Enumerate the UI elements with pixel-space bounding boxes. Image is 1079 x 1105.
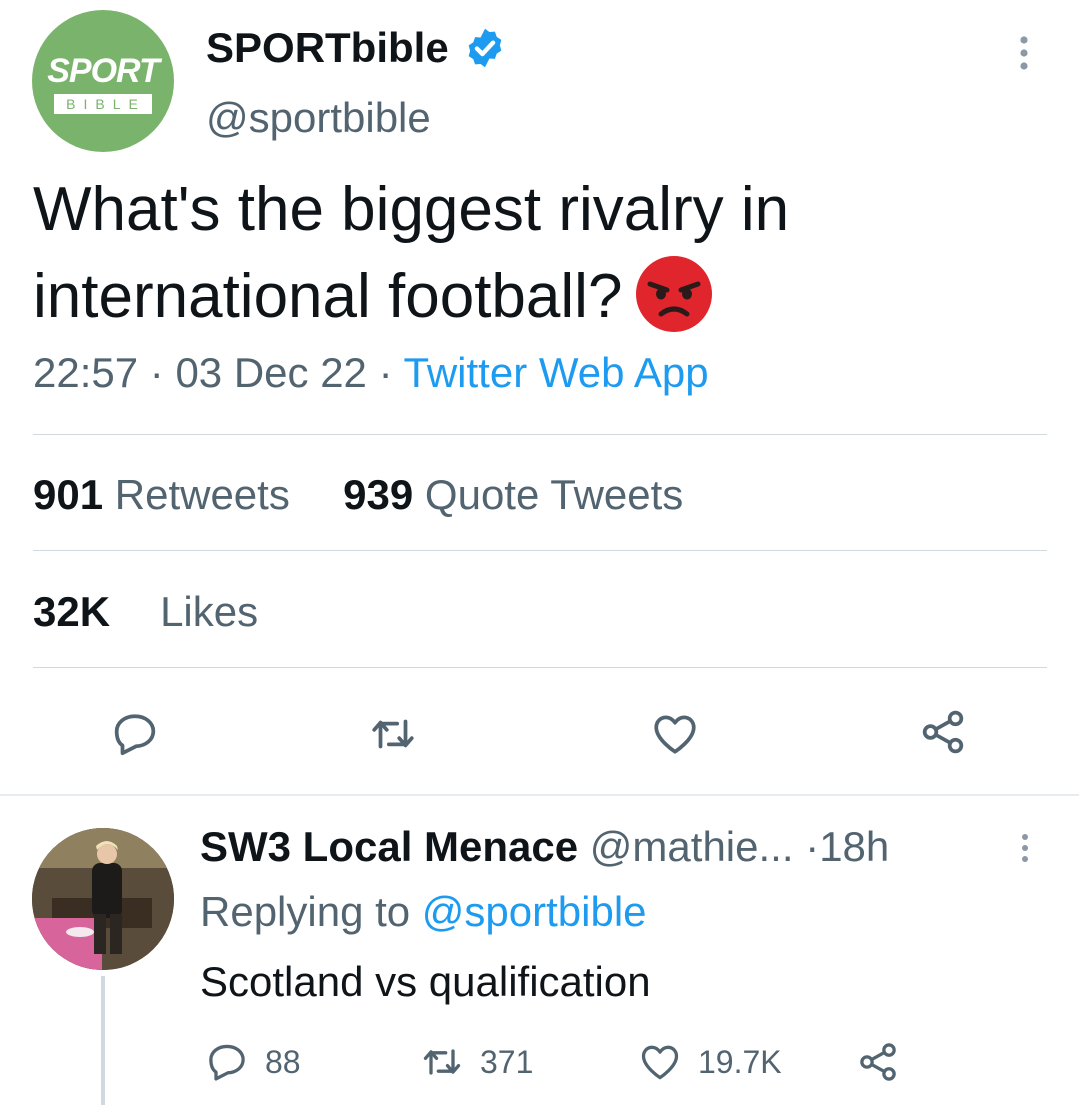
divider	[33, 434, 1047, 435]
more-options-icon[interactable]	[1014, 34, 1034, 74]
retweet-icon[interactable]	[368, 709, 418, 759]
tweet-time[interactable]: 22:57	[33, 349, 138, 396]
retweets-count: 901	[33, 471, 104, 518]
divider	[33, 550, 1047, 551]
meta-separator: ·	[149, 349, 164, 396]
reply-icon[interactable]	[110, 709, 160, 759]
reply-reply-button[interactable]: 88	[205, 1040, 301, 1084]
reply-retweet-button[interactable]: 371	[420, 1040, 533, 1084]
retweet-icon	[423, 1049, 461, 1075]
meta-separator: ·	[378, 349, 393, 396]
likes-stat[interactable]: 32K Likes	[33, 588, 258, 636]
replying-mention-link[interactable]: @sportbible	[422, 888, 647, 935]
retweets-quotes-stats: 901 Retweets 939 Quote Tweets	[33, 471, 683, 519]
reply-header: SW3 Local Menace @mathie... ·18h	[200, 823, 889, 871]
reply-text: Scotland vs qualification	[200, 958, 651, 1005]
reply-separator: ·	[805, 823, 820, 870]
avatar-photo-icon	[32, 828, 174, 970]
quotes-stat[interactable]: 939 Quote Tweets	[343, 471, 683, 518]
reply-display-name[interactable]: SW3 Local Menace	[200, 823, 578, 870]
thread-line	[101, 976, 105, 1105]
author-name-row[interactable]: SPORTbible	[206, 24, 507, 72]
tweet-body: What's the biggest rivalry in internatio…	[33, 166, 1043, 340]
author-display-name[interactable]: SPORTbible	[206, 24, 449, 72]
author-handle[interactable]: @sportbible	[206, 94, 431, 142]
reply-replies-count: 88	[265, 1043, 301, 1080]
reply-icon	[209, 1044, 245, 1081]
quotes-label: Quote Tweets	[424, 471, 684, 518]
reply-more-options-icon[interactable]	[1018, 832, 1032, 866]
tweet-source-link[interactable]: Twitter Web App	[404, 349, 709, 396]
reply-like-button[interactable]: 19.7K	[638, 1040, 782, 1084]
reply-retweets-count: 371	[480, 1043, 534, 1080]
reply-handle[interactable]: @mathie...	[590, 823, 794, 870]
like-icon	[641, 1045, 679, 1080]
reply-author-avatar[interactable]	[32, 828, 174, 970]
tweet-reply-divider	[0, 794, 1079, 796]
retweets-label: Retweets	[114, 471, 290, 518]
verified-badge-icon	[468, 28, 502, 68]
likes-count: 32K	[33, 588, 111, 635]
like-icon[interactable]	[650, 709, 700, 759]
tweet-meta: 22:57 · 03 Dec 22 · Twitter Web App	[33, 349, 709, 397]
author-avatar[interactable]: SPORT BIBLE	[32, 10, 174, 152]
retweets-stat[interactable]: 901 Retweets	[33, 471, 290, 518]
angry-face-emoji-icon	[636, 255, 713, 332]
reply-share-icon[interactable]	[856, 1040, 900, 1084]
quotes-count: 939	[343, 471, 414, 518]
tweet-date[interactable]: 03 Dec 22	[175, 349, 366, 396]
avatar-logo-top: SPORT	[47, 52, 160, 90]
replying-prefix: Replying to	[200, 888, 411, 935]
share-icon[interactable]	[918, 707, 968, 757]
reply-likes-count: 19.7K	[698, 1043, 782, 1080]
replying-to: Replying to @sportbible	[200, 888, 647, 936]
avatar-logo-bottom: BIBLE	[54, 94, 152, 114]
divider	[33, 667, 1047, 668]
likes-label: Likes	[160, 588, 259, 635]
reply-time[interactable]: 18h	[819, 823, 889, 870]
